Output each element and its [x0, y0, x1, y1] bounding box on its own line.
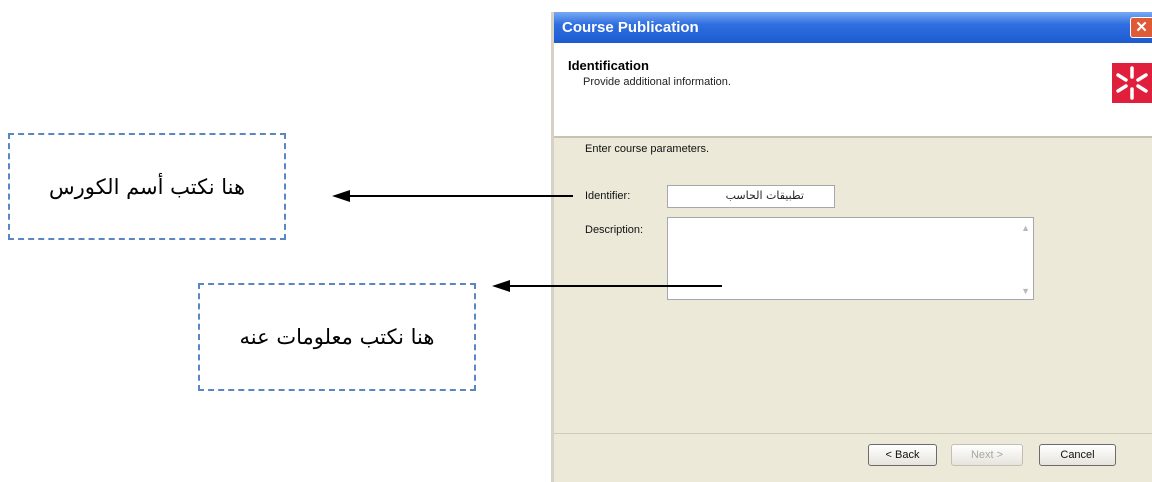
header-subtitle: Provide additional information. — [583, 76, 731, 88]
next-button[interactable]: Next > — [951, 444, 1023, 466]
identifier-label: Identifier: — [585, 190, 631, 202]
dialog-title: Course Publication — [562, 19, 699, 36]
callout-course-name: هنا نكتب أسم الكورس — [8, 133, 286, 240]
callout-description: هنا نكتب معلومات عنه — [198, 283, 476, 391]
intro-text: Enter course parameters. — [585, 143, 710, 155]
header-title: Identification — [568, 58, 649, 73]
cancel-button[interactable]: Cancel — [1039, 444, 1116, 466]
asterisk-logo-icon — [1112, 63, 1152, 103]
description-label: Description: — [585, 224, 644, 236]
arrow-head-description-icon — [492, 280, 510, 292]
identifier-input[interactable]: تطبيقات الحاسب — [667, 185, 835, 208]
description-textarea[interactable]: ▲ ▼ — [667, 217, 1034, 300]
close-icon: ✕ — [1135, 19, 1148, 36]
scroll-up-icon[interactable]: ▲ — [1021, 223, 1030, 233]
dialog-titlebar[interactable]: Course Publication — [554, 12, 1152, 43]
course-publication-dialog: Course Publication ✕ Identification Prov… — [551, 12, 1152, 482]
wizard-header: Identification Provide additional inform… — [554, 43, 1152, 138]
footer-divider — [554, 433, 1152, 434]
callout-course-name-text: هنا نكتب أسم الكورس — [48, 174, 246, 199]
arrow-head-identifier-icon — [332, 190, 350, 202]
callout-description-text: هنا نكتب معلومات عنه — [239, 325, 435, 349]
close-button[interactable]: ✕ — [1130, 17, 1152, 38]
back-button[interactable]: < Back — [868, 444, 937, 466]
scroll-down-icon[interactable]: ▼ — [1021, 286, 1030, 296]
